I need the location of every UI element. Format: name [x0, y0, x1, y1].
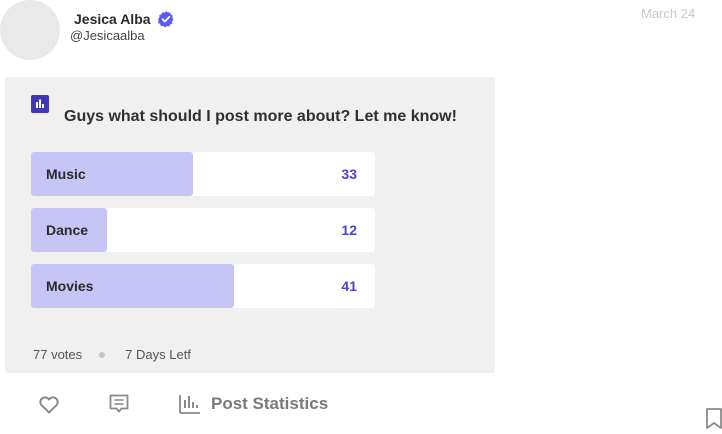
poll-option-label: Movies	[46, 278, 94, 294]
heart-icon[interactable]	[37, 392, 61, 416]
total-votes: 77 votes	[33, 347, 83, 362]
post-date: March 24	[641, 6, 696, 21]
poll-option-dance[interactable]: Dance 12	[31, 208, 375, 252]
post-statistics-button[interactable]: Post Statistics	[211, 394, 328, 414]
poll-option-label: Dance	[46, 222, 89, 238]
comment-icon[interactable]	[107, 392, 131, 416]
user-name[interactable]: Jesica Alba	[74, 11, 151, 27]
separator-dot	[99, 351, 106, 358]
poll-option-movies[interactable]: Movies 41	[31, 264, 375, 308]
poll-option-label: Music	[46, 166, 86, 182]
user-handle[interactable]: @Jesicaalba	[70, 28, 145, 43]
bookmark-icon[interactable]	[705, 407, 722, 431]
bar-chart-icon	[31, 95, 49, 113]
poll-card: Guys what should I post more about? Let …	[5, 77, 495, 373]
verified-badge-icon	[157, 11, 174, 28]
poll-option-votes: 41	[341, 278, 357, 294]
poll-option-music[interactable]: Music 33	[31, 152, 375, 196]
user-name-row: Jesica Alba	[74, 10, 175, 28]
avatar[interactable]	[0, 0, 60, 60]
poll-option-votes: 33	[341, 166, 357, 182]
poll-option-votes: 12	[341, 222, 357, 238]
poll-question: Guys what should I post more about? Let …	[64, 108, 457, 125]
bar-chart-icon[interactable]	[177, 392, 201, 416]
time-left: 7 Days Letf	[125, 347, 191, 362]
poll-footer: 77 votes 7 Days Letf	[33, 347, 191, 362]
post-actions: Post Statistics	[37, 392, 328, 416]
